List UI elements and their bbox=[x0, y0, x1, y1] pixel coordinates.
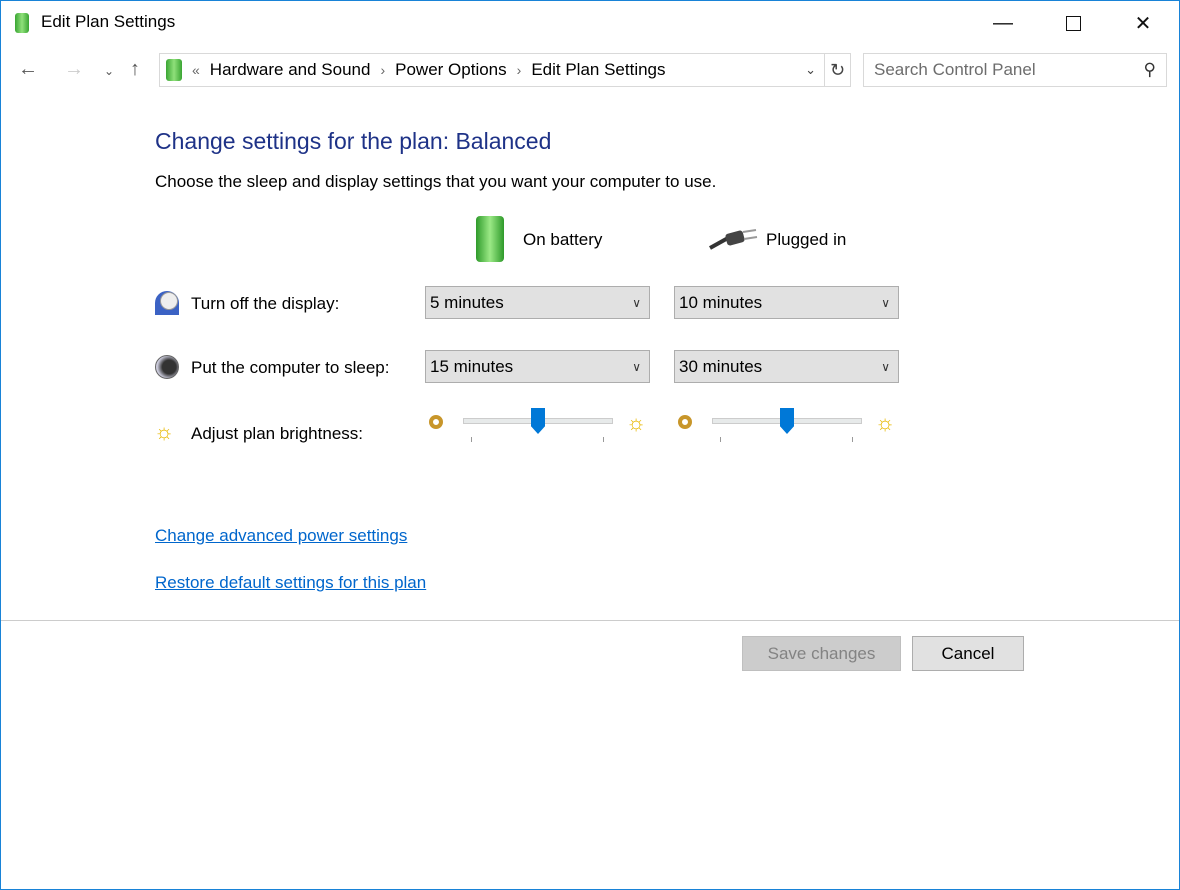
advanced-power-settings-link[interactable]: Change advanced power settings bbox=[155, 526, 407, 546]
page-title: Change settings for the plan: Balanced bbox=[155, 128, 552, 154]
plug-icon bbox=[708, 228, 758, 250]
display-label: Turn off the display: bbox=[191, 294, 340, 313]
recent-locations-button[interactable]: ⌄ bbox=[104, 64, 114, 78]
window-title: Edit Plan Settings bbox=[41, 12, 176, 31]
power-options-icon bbox=[12, 10, 34, 36]
close-button[interactable]: ✕ bbox=[1108, 0, 1178, 46]
sleep-label: Put the computer to sleep: bbox=[191, 358, 390, 377]
chevron-down-icon: ∨ bbox=[632, 295, 641, 310]
selected-value: 5 minutes bbox=[430, 292, 504, 312]
brightness-label: Adjust plan brightness: bbox=[191, 424, 363, 443]
slider-tick bbox=[852, 437, 853, 442]
page-subtitle: Choose the sleep and display settings th… bbox=[155, 172, 717, 191]
column-on-battery: On battery bbox=[523, 230, 603, 249]
search-placeholder: Search Control Panel bbox=[874, 60, 1036, 79]
slider-tick bbox=[720, 437, 721, 442]
display-plugged-select[interactable]: 10 minutes ∨ bbox=[674, 286, 899, 319]
minimize-button[interactable]: — bbox=[968, 0, 1038, 46]
overflow-crumb[interactable]: « bbox=[192, 62, 200, 78]
chevron-down-icon: ∨ bbox=[632, 359, 641, 374]
selected-value: 30 minutes bbox=[679, 356, 763, 376]
maximize-button[interactable] bbox=[1038, 0, 1108, 46]
battery-icon bbox=[476, 216, 504, 262]
display-battery-select[interactable]: 5 minutes ∨ bbox=[425, 286, 650, 319]
brightness-icon: ☼ bbox=[154, 419, 175, 444]
chevron-right-icon[interactable]: › bbox=[380, 62, 385, 78]
up-button[interactable]: ↑ bbox=[130, 58, 140, 81]
chevron-down-icon: ∨ bbox=[881, 359, 890, 374]
search-icon[interactable]: ⚲ bbox=[1144, 60, 1156, 80]
selected-value: 15 minutes bbox=[430, 356, 514, 376]
power-options-icon bbox=[166, 59, 182, 81]
search-input[interactable]: Search Control Panel ⚲ bbox=[863, 53, 1167, 87]
back-button[interactable]: ← bbox=[18, 58, 38, 81]
bright-icon: ☼ bbox=[875, 410, 896, 435]
dim-icon bbox=[678, 415, 692, 429]
cancel-button[interactable]: Cancel bbox=[912, 636, 1024, 671]
crumb-power-options[interactable]: Power Options bbox=[395, 60, 507, 80]
chevron-down-icon: ∨ bbox=[881, 295, 890, 310]
dim-icon bbox=[429, 415, 443, 429]
address-bar[interactable]: « Hardware and Sound › Power Options › Edi… bbox=[159, 53, 851, 87]
forward-button[interactable]: → bbox=[64, 58, 84, 81]
link-text: Change advanced power settings bbox=[155, 526, 408, 545]
slider-tick bbox=[603, 437, 604, 442]
divider bbox=[1, 620, 1179, 621]
save-changes-button[interactable]: Save changes bbox=[742, 636, 901, 671]
refresh-icon[interactable]: ↻ bbox=[824, 54, 850, 86]
crumb-hardware-and-sound[interactable]: Hardware and Sound bbox=[210, 60, 371, 80]
link-text: Restore default settings for this plan bbox=[155, 573, 427, 592]
sleep-plugged-select[interactable]: 30 minutes ∨ bbox=[674, 350, 899, 383]
sleep-battery-select[interactable]: 15 minutes ∨ bbox=[425, 350, 650, 383]
chevron-right-icon[interactable]: › bbox=[517, 62, 522, 78]
slider-tick bbox=[471, 437, 472, 442]
display-clock-icon bbox=[155, 291, 179, 315]
selected-value: 10 minutes bbox=[679, 292, 763, 312]
restore-defaults-link[interactable]: Restore default settings for this plan bbox=[155, 573, 426, 593]
chevron-down-icon[interactable]: ⌄ bbox=[797, 62, 824, 78]
column-plugged-in: Plugged in bbox=[766, 230, 847, 249]
bright-icon: ☼ bbox=[626, 410, 647, 435]
crumb-edit-plan-settings[interactable]: Edit Plan Settings bbox=[531, 60, 665, 80]
sleep-moon-icon bbox=[155, 355, 179, 379]
